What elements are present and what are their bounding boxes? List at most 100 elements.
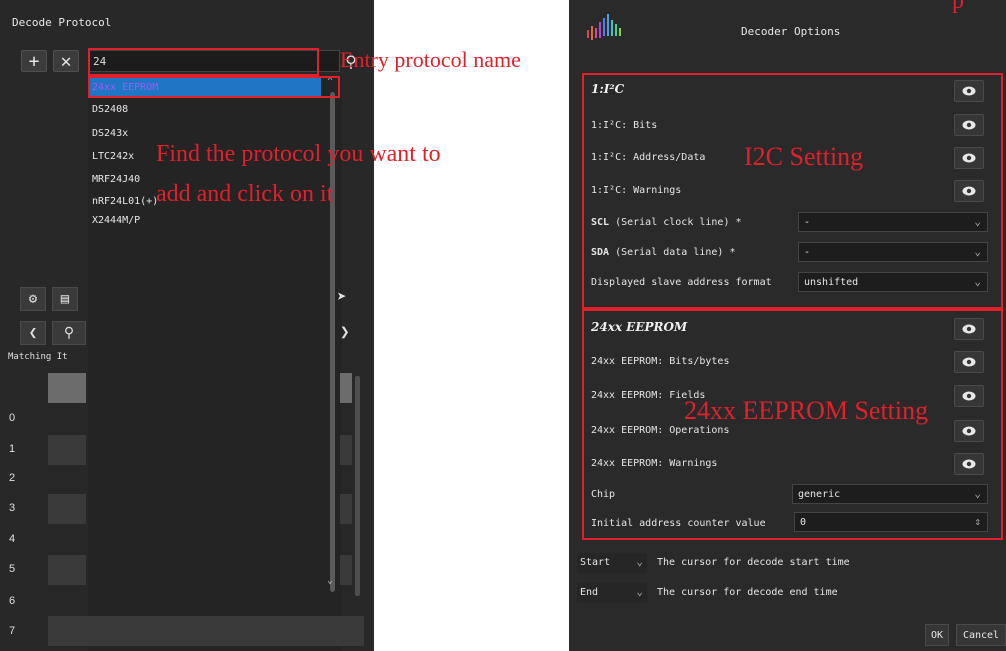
plus-icon: + [28, 50, 40, 72]
row-number: 6 [9, 595, 16, 607]
visibility-toggle-button[interactable] [954, 180, 984, 202]
table-cell [340, 373, 352, 403]
start-description: The cursor for decode start time [657, 557, 850, 568]
visibility-toggle-button[interactable] [954, 420, 984, 442]
chip-select[interactable]: generic ⌄ [792, 484, 988, 504]
annotation-find-line1: Find the protocol you want to [156, 141, 441, 167]
cancel-button[interactable]: Cancel [956, 624, 1006, 646]
protocol-item[interactable]: DS243x [92, 128, 128, 139]
eye-icon [962, 120, 976, 130]
scl-label: SCL (Serial clock line) * [591, 217, 742, 228]
table-row[interactable] [48, 435, 86, 465]
row-number: 5 [9, 563, 16, 575]
table-scrollbar[interactable] [355, 376, 360, 596]
protocol-item[interactable]: nRF24L01(+) [92, 196, 158, 207]
scl-bold: SCL [591, 217, 610, 228]
scl-value: - [804, 217, 811, 228]
visibility-toggle-button[interactable] [954, 80, 984, 102]
sda-value: - [804, 247, 811, 258]
eye-icon [962, 357, 976, 367]
table-cell [340, 494, 352, 524]
scroll-down-icon[interactable]: ⌄ [327, 575, 333, 586]
visibility-toggle-button[interactable] [954, 147, 984, 169]
sda-bold: SDA [591, 247, 610, 258]
chevron-left-icon[interactable]: ❮ [20, 321, 46, 345]
sda-rest: (Serial data line) * [609, 247, 736, 258]
row-number: 1 [9, 443, 16, 455]
search-icon[interactable]: ⚲ [52, 321, 86, 345]
chevron-down-icon: ⌄ [974, 275, 981, 288]
chevron-down-icon: ⌄ [636, 555, 643, 568]
scl-select[interactable]: - ⌄ [798, 212, 988, 232]
matching-items-label: Matching It [8, 352, 68, 362]
table-row[interactable] [48, 494, 86, 524]
option-label: 24xx EEPROM: Operations [591, 425, 730, 436]
eye-icon [962, 324, 976, 334]
visibility-toggle-button[interactable] [954, 385, 984, 407]
add-protocol-button[interactable]: + [21, 50, 47, 72]
row-number: 7 [9, 625, 16, 637]
option-label: 1:I²C: Warnings [591, 185, 682, 196]
row-number: 4 [9, 533, 16, 545]
settings-icon[interactable]: ⚙ [20, 287, 46, 311]
annotation-clip: p [952, 0, 964, 14]
protocol-item[interactable]: LTC242x [92, 151, 134, 162]
chevron-down-icon: ⌄ [974, 245, 981, 258]
visibility-toggle-button[interactable] [954, 351, 984, 373]
table-cell [340, 555, 352, 585]
ok-button[interactable]: OK [925, 624, 949, 646]
table-row[interactable] [48, 555, 86, 585]
option-label: 24xx EEPROM: Warnings [591, 458, 718, 469]
eye-icon [962, 86, 976, 96]
dialog-title: Decoder Options [741, 25, 841, 38]
eye-icon [962, 459, 976, 469]
option-label: 1:I²C: Bits [591, 120, 658, 131]
annotation-i2c-setting: I2C Setting [744, 142, 864, 171]
eye-icon [962, 153, 976, 163]
visibility-toggle-button[interactable] [954, 114, 984, 136]
entry-highlight-box [88, 48, 319, 76]
chevron-down-icon: ⌄ [974, 215, 981, 228]
logo-icon [587, 14, 621, 40]
slave-format-label: Displayed slave address format [591, 277, 772, 288]
chevron-down-icon: ⌄ [636, 585, 643, 598]
protocol-item[interactable]: X2444M/P [92, 215, 140, 226]
end-cursor-select[interactable]: End ⌄ [577, 583, 647, 603]
panel-title: Decode Protocol [12, 16, 112, 29]
table-cell [48, 373, 86, 403]
section-title-i2c: 1:I²C [591, 82, 625, 96]
visibility-toggle-button[interactable] [954, 318, 984, 340]
selection-highlight-box [88, 76, 340, 98]
scl-rest: (Serial clock line) * [609, 217, 742, 228]
start-cursor-select[interactable]: Start ⌄ [577, 553, 647, 573]
remove-protocol-button[interactable]: ✕ [53, 50, 79, 72]
chevron-down-icon: ⌄ [974, 487, 981, 500]
protocol-item[interactable]: DS2408 [92, 104, 128, 115]
addr-counter-spinbox[interactable]: 0 ⇕ [794, 512, 988, 532]
option-label: 24xx EEPROM: Bits/bytes [591, 356, 730, 367]
end-value: End [580, 587, 599, 598]
save-icon[interactable]: ▤ [52, 287, 78, 311]
chip-value: generic [798, 489, 841, 500]
chevron-right-icon[interactable]: ❯ [340, 322, 350, 341]
slave-format-select[interactable]: unshifted ⌄ [798, 272, 988, 292]
addr-counter-label: Initial address counter value [591, 518, 766, 529]
protocol-item[interactable]: MRF24J40 [92, 174, 140, 185]
section-title-eeprom: 24xx EEPROM [591, 320, 688, 334]
eye-icon [962, 426, 976, 436]
eye-icon [962, 186, 976, 196]
slave-format-value: unshifted [804, 277, 859, 288]
sda-label: SDA (Serial data line) * [591, 247, 736, 258]
sda-select[interactable]: - ⌄ [798, 242, 988, 262]
visibility-toggle-button[interactable] [954, 453, 984, 475]
close-icon: ✕ [60, 50, 72, 72]
addr-counter-value: 0 [800, 517, 807, 528]
table-row[interactable] [48, 616, 364, 646]
annotation-find-line2: add and click on it [156, 181, 334, 207]
table-cell [340, 435, 352, 465]
send-icon[interactable]: ➤ [337, 287, 347, 306]
spinner-icon: ⇕ [974, 515, 981, 528]
eye-icon [962, 391, 976, 401]
option-label: 1:I²C: Address/Data [591, 152, 706, 163]
row-number: 3 [9, 502, 16, 514]
